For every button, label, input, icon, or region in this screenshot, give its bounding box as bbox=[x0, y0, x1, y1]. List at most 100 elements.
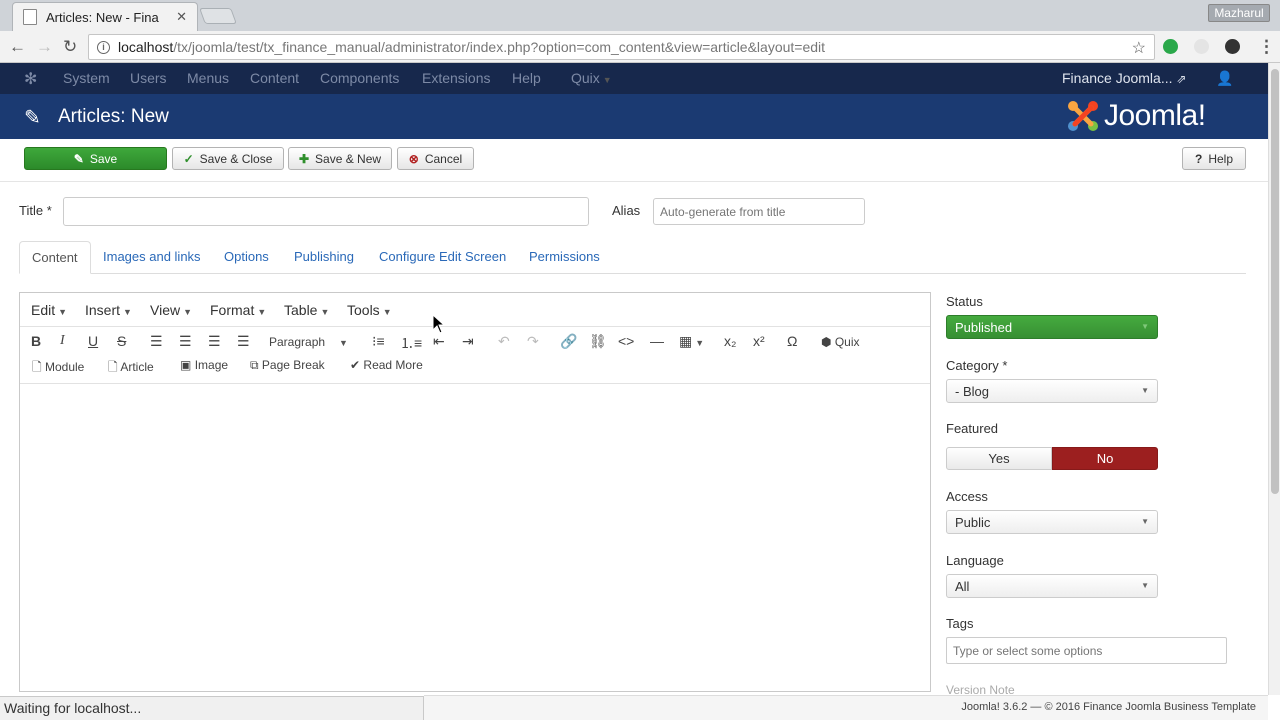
nav-users[interactable]: Users bbox=[130, 70, 167, 86]
status-value: Published bbox=[955, 319, 1013, 335]
nav-menus[interactable]: Menus bbox=[187, 70, 229, 86]
title-input[interactable] bbox=[63, 197, 589, 226]
special-character-icon[interactable]: Ω bbox=[787, 333, 797, 349]
save-button[interactable]: ✎ Save bbox=[24, 147, 167, 170]
image-button[interactable]: ▣ Image bbox=[180, 358, 228, 372]
tab-options[interactable]: Options bbox=[212, 241, 281, 274]
site-link[interactable]: Finance Joomla... ⇗ bbox=[1062, 70, 1186, 86]
paragraph-format-select[interactable]: Paragraph ▼ bbox=[269, 335, 348, 349]
article-tabs: Content Images and links Options Publish… bbox=[19, 241, 1246, 274]
tab-publishing[interactable]: Publishing bbox=[282, 241, 366, 274]
status-select[interactable]: Published ▼ bbox=[946, 315, 1158, 339]
category-select[interactable]: - Blog ▼ bbox=[946, 379, 1158, 403]
joomla-x-icon[interactable]: ✻ bbox=[24, 69, 37, 89]
cancel-button[interactable]: ⊗ Cancel bbox=[397, 147, 474, 170]
help-button[interactable]: ? Help bbox=[1182, 147, 1246, 170]
action-toolbar: ✎ Save ✓ Save & Close ✚ Save & New ⊗ Cancel … bbox=[0, 139, 1268, 182]
back-arrow-icon[interactable]: ← bbox=[9, 37, 26, 57]
url-path: /tx/joomla/test/tx_finance_manual/admini… bbox=[173, 39, 826, 55]
menu-tools[interactable]: Tools ▼ bbox=[347, 302, 392, 318]
subscript-icon[interactable]: x₂ bbox=[724, 333, 736, 349]
version-note-label: Version Note bbox=[946, 683, 1015, 694]
reload-icon[interactable]: ↻ bbox=[63, 37, 77, 57]
page-break-button[interactable]: ⧉ Page Break bbox=[250, 358, 325, 373]
site-info-icon[interactable]: i bbox=[97, 40, 110, 54]
copy-icon: ⧉ bbox=[250, 358, 259, 372]
tab-permissions[interactable]: Permissions bbox=[517, 241, 612, 274]
nav-components[interactable]: Components bbox=[320, 70, 399, 86]
menu-format[interactable]: Format ▼ bbox=[210, 302, 266, 318]
browser-user-badge[interactable]: Mazharul bbox=[1208, 4, 1270, 22]
strikethrough-icon[interactable]: S bbox=[117, 333, 126, 349]
nav-system[interactable]: System bbox=[63, 70, 110, 86]
menu-table[interactable]: Table ▼ bbox=[284, 302, 329, 318]
bold-icon[interactable]: B bbox=[31, 333, 41, 349]
unlink-icon[interactable]: ⛓ bbox=[589, 333, 607, 350]
save-close-button[interactable]: ✓ Save & Close bbox=[172, 147, 284, 170]
save-new-button[interactable]: ✚ Save & New bbox=[288, 147, 392, 170]
editor-format-toolbar: B I U S ☰ ☰ ☰ ☰ Paragraph ▼ ⁝≡ ⒈≡ ⇤ ⇥ ↶ ↷… bbox=[20, 331, 930, 357]
browser-tab-active[interactable]: Articles: New - Fina ✕ bbox=[12, 2, 198, 31]
scrollbar-thumb[interactable] bbox=[1271, 69, 1279, 494]
module-button[interactable]: 🗋 Module bbox=[32, 358, 84, 379]
article-button[interactable]: 🗋 Article bbox=[108, 358, 154, 379]
category-label: Category * bbox=[946, 358, 1008, 373]
align-right-icon[interactable]: ☰ bbox=[208, 333, 221, 350]
tab-configure-edit-screen[interactable]: Configure Edit Screen bbox=[367, 241, 518, 274]
redo-icon[interactable]: ↷ bbox=[527, 333, 539, 350]
browser-menu-icon[interactable]: ⋮ bbox=[1258, 37, 1275, 57]
forward-arrow-icon[interactable]: → bbox=[36, 37, 53, 57]
user-menu-icon[interactable]: 👤 bbox=[1216, 70, 1233, 87]
menu-edit[interactable]: Edit ▼ bbox=[31, 302, 67, 318]
tab-content[interactable]: Content bbox=[19, 241, 91, 274]
menu-table-label: Table bbox=[284, 302, 318, 318]
access-select[interactable]: Public ▼ bbox=[946, 510, 1158, 534]
question-icon: ? bbox=[1194, 151, 1203, 166]
superscript-icon[interactable]: x² bbox=[753, 333, 765, 349]
chevron-down-icon: ▼ bbox=[1141, 581, 1149, 590]
read-more-button[interactable]: ✔ Read More bbox=[350, 358, 423, 372]
grammarly-extension-icon[interactable] bbox=[1163, 39, 1178, 54]
indent-icon[interactable]: ⇥ bbox=[462, 333, 474, 350]
access-value: Public bbox=[955, 514, 991, 530]
bookmark-star-icon[interactable]: ☆ bbox=[1132, 38, 1146, 58]
tags-input[interactable] bbox=[946, 637, 1227, 664]
profile-extension-icon[interactable] bbox=[1225, 39, 1240, 54]
menu-view[interactable]: View ▼ bbox=[150, 302, 192, 318]
alias-input[interactable] bbox=[653, 198, 865, 225]
align-left-icon[interactable]: ☰ bbox=[150, 333, 163, 350]
table-icon[interactable]: ▦ ▼ bbox=[679, 333, 704, 350]
italic-icon[interactable]: I bbox=[60, 333, 65, 349]
nav-extensions[interactable]: Extensions bbox=[422, 70, 490, 86]
cancel-icon: ⊗ bbox=[408, 151, 419, 166]
cancel-label: Cancel bbox=[424, 151, 463, 166]
featured-yes-button[interactable]: Yes bbox=[946, 447, 1052, 470]
nav-help[interactable]: Help bbox=[512, 70, 541, 86]
nav-content[interactable]: Content bbox=[250, 70, 299, 86]
align-justify-icon[interactable]: ☰ bbox=[237, 333, 250, 350]
page-scrollbar[interactable] bbox=[1268, 63, 1280, 695]
tab-images-links[interactable]: Images and links bbox=[91, 241, 213, 274]
numbered-list-icon[interactable]: ⒈≡ bbox=[400, 333, 422, 353]
undo-icon[interactable]: ↶ bbox=[498, 333, 510, 350]
cube-icon: ⬢ bbox=[821, 335, 832, 349]
underline-icon[interactable]: U bbox=[88, 333, 98, 349]
code-icon[interactable]: <> bbox=[618, 333, 634, 349]
extension-icon[interactable] bbox=[1194, 39, 1209, 54]
quix-button[interactable]: ⬢ Quix bbox=[821, 335, 860, 349]
horizontal-rule-icon[interactable]: — bbox=[650, 333, 664, 349]
outdent-icon[interactable]: ⇤ bbox=[433, 333, 445, 350]
link-icon[interactable]: 🔗 bbox=[560, 333, 577, 350]
editor-menubar: Edit ▼ Insert ▼ View ▼ Format ▼ Table ▼ Tools… bbox=[20, 293, 930, 327]
editor-content-area[interactable] bbox=[20, 383, 930, 691]
tab-close-icon[interactable]: ✕ bbox=[176, 9, 187, 25]
nav-quix[interactable]: Quix ▼ bbox=[571, 70, 612, 86]
browser-tab-title: Articles: New - Fina bbox=[46, 9, 159, 25]
bullet-list-icon[interactable]: ⁝≡ bbox=[372, 333, 385, 350]
menu-insert[interactable]: Insert ▼ bbox=[85, 302, 132, 318]
new-tab-button[interactable] bbox=[199, 8, 237, 24]
featured-no-button[interactable]: No bbox=[1052, 447, 1158, 470]
language-select[interactable]: All ▼ bbox=[946, 574, 1158, 598]
url-bar[interactable]: i localhost /tx/joomla/test/tx_finance_m… bbox=[88, 34, 1155, 60]
align-center-icon[interactable]: ☰ bbox=[179, 333, 192, 350]
